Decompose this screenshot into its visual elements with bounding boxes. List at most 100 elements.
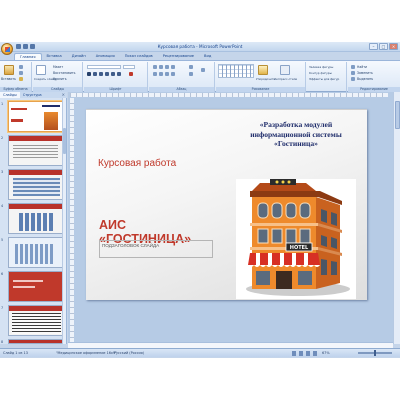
tab-slideshow[interactable]: Показ слайдов — [120, 53, 158, 60]
find-icon[interactable] — [351, 65, 355, 69]
shapes-gallery[interactable] — [218, 64, 254, 78]
font-color-icon[interactable] — [129, 72, 133, 76]
close-pane-icon[interactable]: × — [62, 92, 65, 97]
slide-counter: Слайд 1 из 13 — [3, 351, 28, 355]
shape-fill-button[interactable]: Заливка фигуры — [309, 65, 333, 69]
thumb-diagram — [19, 213, 55, 231]
tab-outline[interactable]: Структура — [20, 92, 45, 98]
scroll-thumb[interactable] — [63, 128, 66, 154]
italic-icon[interactable] — [93, 72, 97, 76]
group-slides: Создать слайд Макет Восстановить Удалить… — [33, 62, 83, 92]
tab-review[interactable]: Рецензирование — [158, 53, 199, 60]
thumb-title-bar — [13, 286, 35, 288]
thumb-title-bar — [11, 119, 23, 122]
slide-thumbnail-4[interactable] — [8, 203, 63, 234]
replace-button[interactable]: Заменить — [357, 71, 373, 75]
shadow-icon[interactable] — [111, 72, 115, 76]
slide-canvas[interactable]: Курсовая работа «Разработка модулей инфо… — [86, 109, 367, 300]
tab-design[interactable]: Дизайн — [67, 53, 91, 60]
layout-button[interactable]: Макет — [53, 65, 63, 69]
office-button[interactable] — [1, 43, 13, 55]
select-icon[interactable] — [351, 77, 355, 81]
tab-insert[interactable]: Вставка — [42, 53, 67, 60]
shape-outline-button[interactable]: Контур фигуры — [309, 71, 332, 75]
hotel-sign-text: HOTEL — [290, 245, 309, 251]
shape-effects-button[interactable]: Эффекты для фигур — [309, 77, 339, 81]
title-bar: Курсовая работа - Microsoft PowerPoint –… — [0, 42, 400, 52]
bold-icon[interactable] — [87, 72, 91, 76]
thumb-header — [9, 340, 62, 343]
thumb-table — [12, 313, 61, 334]
slide-number: 3 — [1, 170, 4, 174]
new-slide-icon[interactable] — [36, 65, 46, 75]
quick-styles-button[interactable]: Экспресс-стили — [274, 77, 297, 81]
strikethrough-icon[interactable] — [105, 72, 109, 76]
thumb-title-bar — [13, 280, 43, 282]
zoom-level[interactable]: 67% — [322, 351, 330, 355]
scroll-thumb[interactable] — [395, 101, 400, 129]
align-text-icon[interactable] — [189, 72, 193, 76]
reset-button[interactable]: Восстановить — [53, 71, 76, 75]
align-right-icon[interactable] — [165, 72, 169, 76]
close-button[interactable]: × — [389, 43, 398, 50]
thumb-header — [9, 204, 62, 209]
editor-scrollbar[interactable] — [393, 92, 400, 344]
slides-pane-scrollbar[interactable] — [62, 98, 66, 344]
cut-icon[interactable] — [19, 65, 23, 69]
slide-thumbnail-5[interactable] — [8, 237, 63, 268]
language-indicator[interactable]: Русский (Россия) — [114, 351, 144, 355]
bullets-icon[interactable] — [153, 65, 157, 69]
ribbon: Вставить Буфер обмена Создать слайд Маке… — [0, 60, 400, 92]
tab-animation[interactable]: Анимация — [91, 53, 120, 60]
arrange-icon[interactable] — [258, 65, 268, 75]
maximize-button[interactable]: □ — [379, 43, 388, 50]
spacing-icon[interactable] — [117, 72, 121, 76]
slide-thumbnail-1[interactable] — [8, 101, 63, 132]
minimize-button[interactable]: – — [369, 43, 378, 50]
thumb-header — [9, 170, 62, 175]
numbering-icon[interactable] — [159, 65, 163, 69]
office-logo-icon — [5, 47, 10, 52]
zoom-slider[interactable] — [358, 350, 392, 356]
slide-thumbnail-7[interactable] — [8, 305, 63, 336]
thumb-text-lines — [13, 145, 58, 159]
underline-icon[interactable] — [99, 72, 103, 76]
tab-home[interactable]: Главная — [14, 53, 42, 60]
find-button[interactable]: Найти — [357, 65, 367, 69]
thumb-title-bar — [11, 108, 27, 110]
smartart-icon[interactable] — [201, 68, 205, 72]
slide-number: 8 — [1, 340, 4, 344]
tab-slides[interactable]: Слайды — [0, 92, 20, 98]
align-left-icon[interactable] — [153, 72, 157, 76]
quick-styles-icon[interactable] — [280, 65, 290, 75]
slide-thumbnail-2[interactable] — [8, 135, 63, 166]
slide-thumbnail-3[interactable] — [8, 169, 63, 200]
slide-number: 6 — [1, 272, 4, 276]
arrange-button[interactable]: Упорядочить — [256, 77, 275, 81]
align-center-icon[interactable] — [159, 72, 163, 76]
view-buttons[interactable] — [292, 351, 318, 356]
subtitle-placeholder[interactable]: ПОДЗАГОЛОВОК СЛАЙДА — [99, 240, 213, 258]
status-bar: Слайд 1 из 13 "Медицинское оформление 16… — [0, 348, 400, 357]
pane-tabs: Слайды Структура × — [0, 92, 67, 98]
font-size-box[interactable] — [123, 65, 135, 69]
justify-icon[interactable] — [171, 72, 175, 76]
slide-left-title[interactable]: Курсовая работа — [98, 158, 176, 169]
slide-right-title[interactable]: «Разработка модулей информационной систе… — [232, 120, 360, 149]
font-name-box[interactable] — [87, 65, 121, 69]
slide-thumbnail-8[interactable] — [8, 339, 63, 344]
hotel-illustration[interactable]: HOTEL — [236, 179, 356, 299]
decrease-indent-icon[interactable] — [165, 65, 169, 69]
slide-number: 4 — [1, 204, 4, 208]
text-direction-icon[interactable] — [189, 65, 193, 69]
copy-icon[interactable] — [19, 71, 23, 75]
delete-slide-button[interactable]: Удалить — [53, 77, 67, 81]
select-button[interactable]: Выделить — [357, 77, 373, 81]
paste-button[interactable]: Вставить — [1, 77, 16, 81]
tab-view[interactable]: Вид — [199, 53, 216, 60]
increase-indent-icon[interactable] — [171, 65, 175, 69]
replace-icon[interactable] — [351, 71, 355, 75]
slide-thumbnail-6[interactable] — [8, 271, 63, 302]
paste-icon[interactable] — [4, 65, 14, 75]
format-painter-icon[interactable] — [19, 77, 23, 81]
